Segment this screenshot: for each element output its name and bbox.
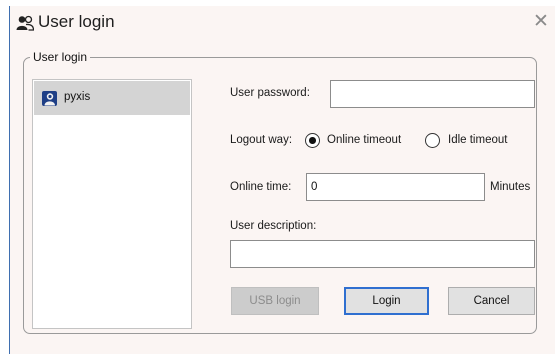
online-time-field[interactable] (306, 173, 485, 201)
users-icon (16, 15, 34, 31)
description-field[interactable] (230, 240, 535, 268)
user-icon (42, 91, 57, 106)
password-field[interactable] (330, 80, 535, 108)
usb-login-button[interactable]: USB login (231, 287, 319, 315)
description-label: User description: (230, 220, 317, 232)
radio-selected-dot (309, 137, 316, 144)
radio-online-timeout[interactable] (305, 133, 320, 148)
cancel-button[interactable]: Cancel (448, 287, 535, 315)
list-item-user[interactable]: pyxis (34, 81, 190, 115)
title-bar[interactable]: User login ✕ (10, 6, 555, 40)
minutes-unit-label: Minutes (490, 181, 531, 193)
user-list[interactable]: pyxis (32, 79, 192, 329)
password-label: User password: (230, 87, 310, 99)
window-title: User login (38, 12, 115, 31)
group-legend: User login (30, 50, 91, 64)
user-name: pyxis (64, 91, 91, 103)
radio-idle-timeout[interactable] (425, 133, 440, 148)
close-icon: ✕ (533, 11, 549, 32)
idle-timeout-label[interactable]: Idle timeout (448, 134, 507, 146)
logout-way-label: Logout way: (230, 134, 293, 146)
login-button[interactable]: Login (344, 287, 429, 315)
online-time-label: Online time: (230, 181, 292, 193)
online-timeout-label[interactable]: Online timeout (327, 134, 401, 146)
close-button[interactable]: ✕ (527, 10, 555, 34)
